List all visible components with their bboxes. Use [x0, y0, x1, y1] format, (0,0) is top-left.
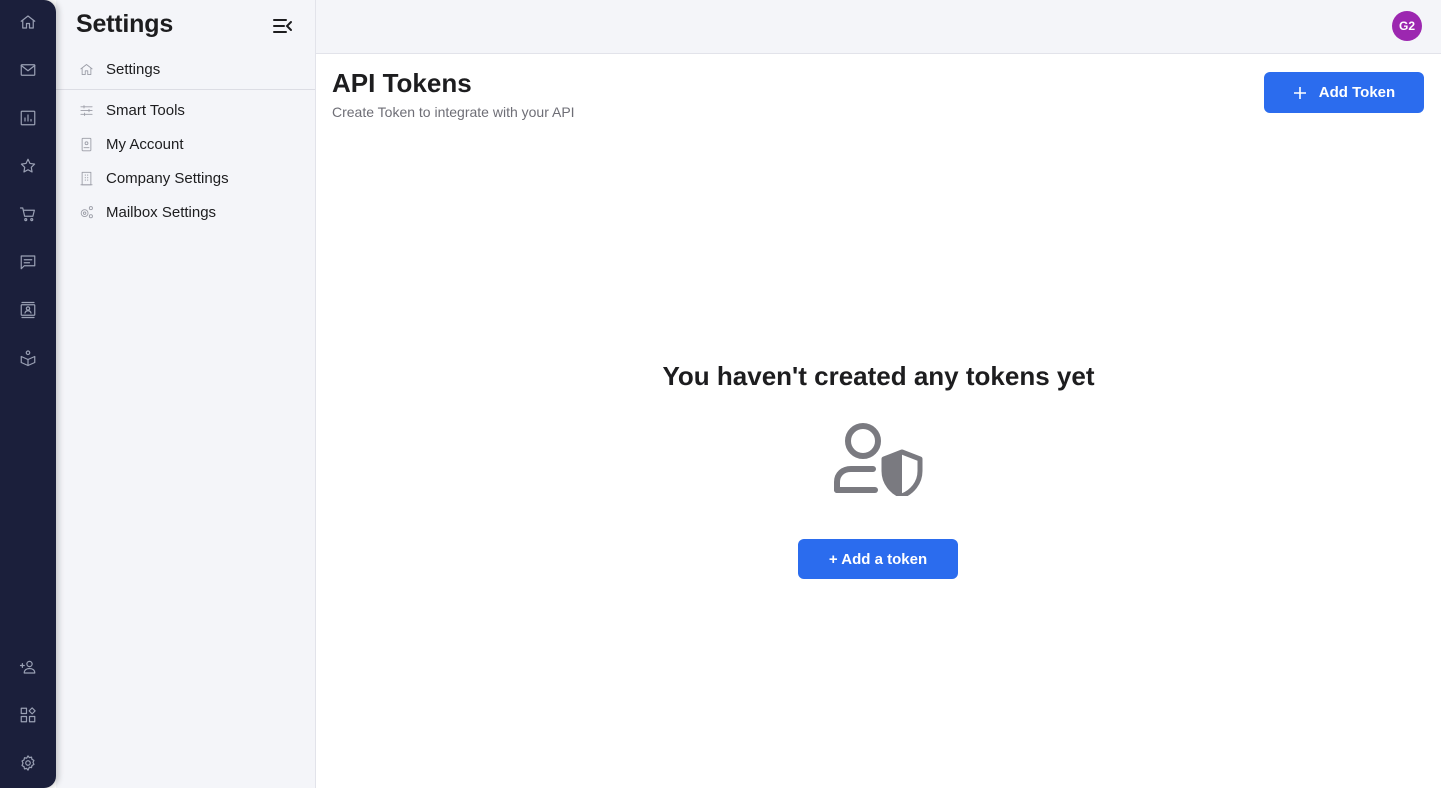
settings-gear-icon	[21, 755, 35, 771]
home-icon	[20, 15, 36, 29]
sidebar-item-label: My Account	[106, 135, 184, 153]
sidebar-item-label: Company Settings	[106, 169, 229, 187]
cart-icon	[19, 207, 35, 222]
collapse-menu-icon	[273, 19, 292, 33]
sidebar-item-label: Smart Tools	[106, 101, 185, 119]
home-icon	[78, 61, 94, 77]
settings-sidebar: Settings Settings Smart Tools My Account…	[56, 0, 316, 788]
top-bar: G2	[316, 0, 1441, 54]
mail-icon	[20, 64, 36, 76]
sidebar-item-smart-tools[interactable]: Smart Tools	[56, 95, 315, 125]
rail-mail-button[interactable]	[18, 60, 38, 80]
gears-icon	[78, 204, 94, 220]
learning-icon	[20, 350, 36, 367]
sidebar-item-settings[interactable]: Settings	[56, 54, 315, 84]
sidebar-item-mailbox-settings[interactable]: Mailbox Settings	[56, 197, 315, 227]
app-rail	[0, 0, 56, 788]
add-a-token-button[interactable]: + Add a token	[798, 539, 958, 579]
rail-settings-button[interactable]	[18, 753, 38, 773]
page-subtitle: Create Token to integrate with your API	[332, 104, 575, 120]
user-shield-icon	[834, 423, 923, 496]
building-icon	[78, 170, 94, 186]
rail-add-user-button[interactable]	[18, 657, 38, 677]
collapse-sidebar-button[interactable]	[272, 16, 294, 36]
sidebar-title: Settings	[76, 10, 174, 38]
sidebar-divider	[56, 89, 315, 90]
empty-state-title: You haven't created any tokens yet	[662, 361, 1095, 391]
sidebar-item-label: Mailbox Settings	[106, 203, 217, 221]
add-token-label: Add Token	[1318, 84, 1396, 101]
star-icon	[20, 158, 36, 173]
page-title: API Tokens	[332, 68, 472, 98]
account-badge-icon	[78, 136, 94, 152]
rail-chat-button[interactable]	[18, 252, 38, 272]
analytics-icon	[20, 110, 36, 126]
user-avatar[interactable]: G2	[1392, 11, 1422, 41]
rail-favorites-button[interactable]	[18, 156, 38, 176]
rail-apps-button[interactable]	[18, 705, 38, 725]
sliders-icon	[78, 102, 94, 118]
rail-contacts-button[interactable]	[18, 300, 38, 320]
apps-icon	[20, 707, 36, 723]
rail-learning-button[interactable]	[18, 348, 38, 368]
sidebar-item-my-account[interactable]: My Account	[56, 129, 315, 159]
rail-home-button[interactable]	[18, 12, 38, 32]
add-user-icon	[19, 660, 36, 674]
rail-cart-button[interactable]	[18, 204, 38, 224]
chat-icon	[20, 255, 36, 270]
sidebar-item-company-settings[interactable]: Company Settings	[56, 163, 315, 193]
rail-analytics-button[interactable]	[18, 108, 38, 128]
plus-icon	[1293, 86, 1306, 99]
add-token-button[interactable]: Add Token	[1264, 72, 1424, 113]
sidebar-item-label: Settings	[106, 60, 161, 78]
contacts-icon	[20, 301, 36, 319]
